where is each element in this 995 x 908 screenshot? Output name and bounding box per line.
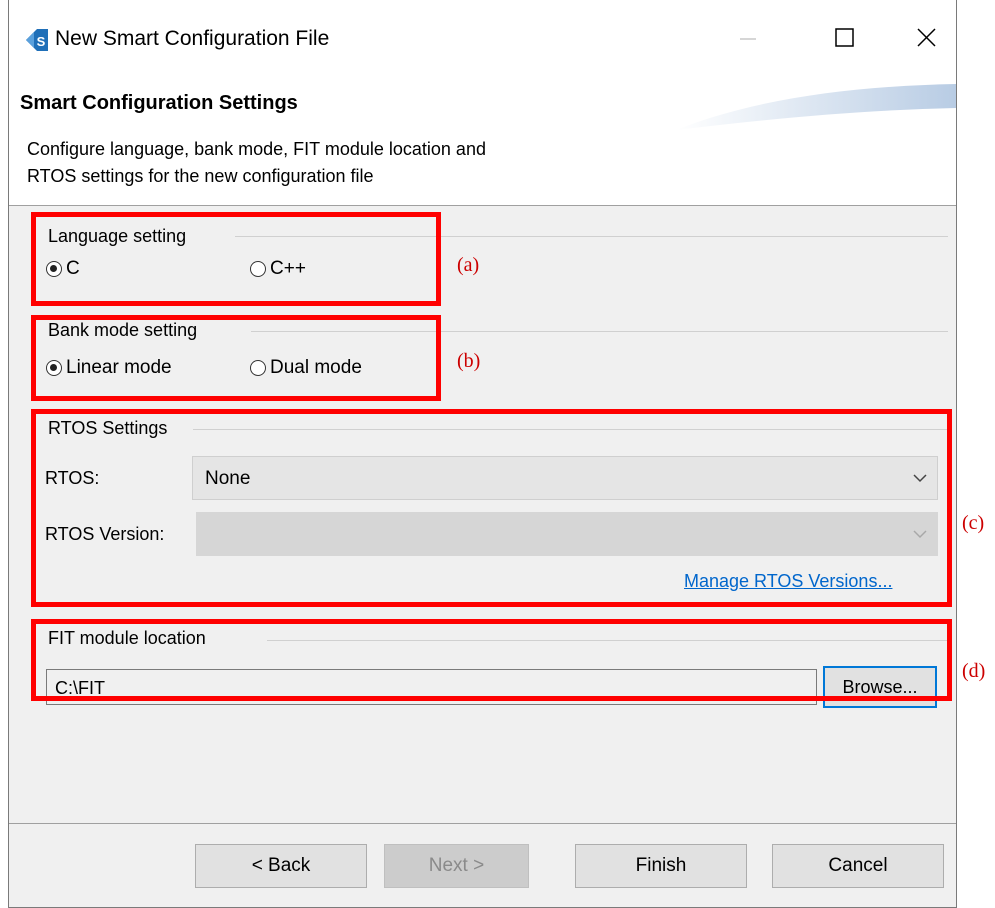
banner-decoration — [676, 84, 956, 130]
description-line: RTOS settings for the new configuration … — [27, 166, 374, 186]
cancel-button[interactable]: Cancel — [772, 844, 944, 888]
annotation-label-d: (d) — [962, 660, 986, 682]
smart-configurator-app-icon: S — [26, 29, 48, 51]
annotation-label-a: (a) — [457, 254, 480, 276]
next-button[interactable]: Next > — [384, 844, 529, 888]
title-bar: S New Smart Configuration File — [9, 0, 956, 78]
annotation-box-c — [31, 409, 952, 607]
svg-text:S: S — [37, 34, 46, 49]
wizard-banner: Smart Configuration Settings Configure l… — [9, 78, 956, 206]
close-icon[interactable] — [904, 18, 948, 58]
maximize-icon[interactable] — [822, 18, 866, 58]
window-title: New Smart Configuration File — [55, 27, 330, 50]
description-line: Configure language, bank mode, FIT modul… — [27, 139, 486, 159]
annotation-box-d — [31, 619, 952, 701]
minimize-icon[interactable] — [726, 18, 770, 58]
page-description: Configure language, bank mode, FIT modul… — [27, 136, 747, 190]
page-title: Smart Configuration Settings — [20, 92, 298, 114]
annotation-label-b: (b) — [457, 350, 481, 372]
finish-button[interactable]: Finish — [575, 844, 747, 888]
footer-divider — [9, 823, 956, 824]
annotation-label-c: (c) — [962, 512, 985, 534]
annotation-box-b — [31, 315, 441, 401]
annotation-box-a — [31, 212, 441, 306]
back-button[interactable]: < Back — [195, 844, 367, 888]
